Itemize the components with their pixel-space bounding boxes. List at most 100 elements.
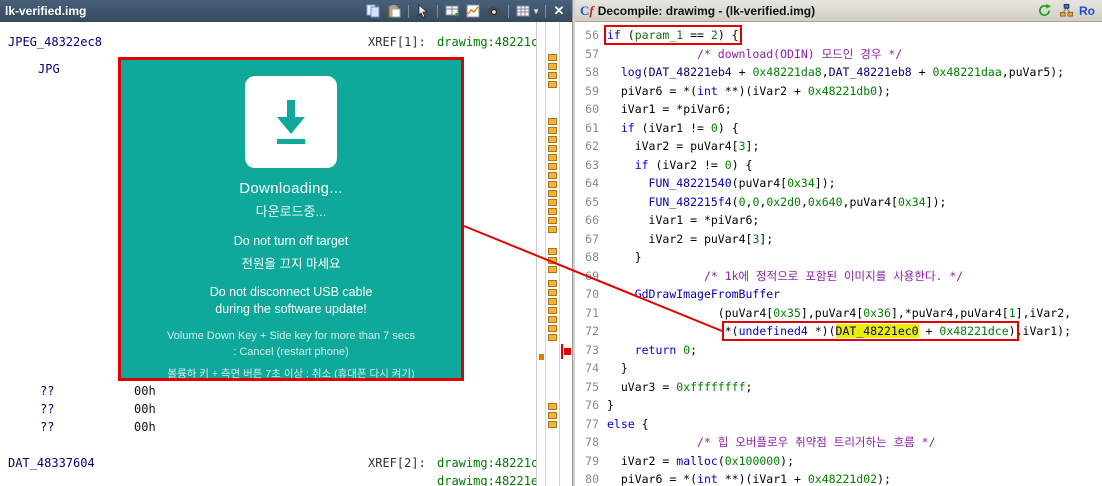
code-token[interactable]: puVar4 [960, 306, 1002, 320]
code-token[interactable]: iVar2 [635, 139, 670, 153]
code-line[interactable]: 80 piVar6 = *(int **)(iVar1 + 0x48221d02… [575, 470, 1102, 486]
code-token[interactable]: *)( [808, 324, 836, 338]
code-token[interactable]: else [607, 417, 635, 431]
code-token[interactable]: uVar3 [621, 380, 656, 394]
code-token[interactable]: 0x36 [863, 306, 891, 320]
code-token[interactable]: log [621, 65, 642, 79]
code-line[interactable]: 66 iVar1 = *piVar6; [575, 211, 1102, 230]
undefined-mnemonic[interactable]: ?? [40, 384, 54, 398]
code-line[interactable]: 68 } [575, 248, 1102, 267]
code-token[interactable]: ); [877, 472, 891, 486]
decompiler-code[interactable]: 56if (param_1 == 2) {57 /* download(ODIN… [575, 22, 1102, 486]
xref-target[interactable]: drawimg:48221c [437, 35, 538, 49]
code-token[interactable]: == [683, 28, 711, 42]
copy-icon[interactable] [364, 3, 382, 19]
code-token[interactable]: = [669, 139, 690, 153]
code-token[interactable]: ( [718, 454, 725, 468]
code-token[interactable]: iVar2 [752, 84, 787, 98]
code-token[interactable]: ) [1009, 324, 1016, 338]
code-token[interactable]: malloc [676, 454, 718, 468]
change-bar-marker[interactable] [548, 54, 557, 61]
change-bar-marker[interactable] [548, 257, 557, 264]
code-token[interactable]: ], [1016, 306, 1030, 320]
code-token[interactable]: { [635, 417, 649, 431]
code-line[interactable]: 73 return 0; [575, 341, 1102, 360]
change-bar-marker[interactable] [548, 325, 557, 332]
code-token[interactable]: 0x48221daa [933, 65, 1002, 79]
code-token[interactable]: = *( [662, 84, 697, 98]
code-line[interactable]: 60 iVar1 = *piVar6; [575, 100, 1102, 119]
code-token[interactable]: = *( [662, 472, 697, 486]
code-token[interactable]: /* 1k에 정적으로 포함된 이미지를 사용한다. */ [704, 269, 963, 283]
code-token[interactable]: puVar5 [1009, 65, 1051, 79]
code-token[interactable]: , [822, 65, 829, 79]
byte-row[interactable]: ?? 00h [0, 420, 536, 436]
change-bar-marker[interactable] [548, 280, 557, 287]
code-token[interactable]: return [635, 343, 677, 357]
code-token[interactable]: ); [877, 84, 891, 98]
code-token[interactable]: = [655, 454, 676, 468]
listing-row-jpeg[interactable]: JPEG_48322ec8 XREF[1]: drawimg:48221c [0, 35, 536, 51]
xref-target[interactable]: drawimg:48221e [437, 474, 538, 486]
code-token[interactable]: ]); [815, 176, 836, 190]
code-token[interactable]: if [635, 158, 649, 172]
code-token[interactable]: undefined4 [739, 324, 808, 338]
code-token[interactable]: ( [718, 306, 725, 320]
undefined-mnemonic[interactable]: ?? [40, 420, 54, 434]
code-token[interactable]: 0x640 [808, 195, 843, 209]
change-bar-marker[interactable] [548, 181, 557, 188]
code-token[interactable]: 0x48221db0 [808, 84, 877, 98]
code-line[interactable]: 77else { [575, 415, 1102, 434]
code-token[interactable]: [ [891, 195, 898, 209]
code-line[interactable]: 59 piVar6 = *(int **)(iVar2 + 0x48221db0… [575, 82, 1102, 101]
code-token[interactable]: ) { [718, 28, 739, 42]
code-token[interactable]: puVar4 [739, 176, 781, 190]
code-token[interactable]: piVar6 [621, 472, 663, 486]
paste-icon[interactable] [385, 3, 403, 19]
code-token[interactable]: **)( [718, 472, 753, 486]
code-token[interactable]: ; [746, 380, 753, 394]
cursor-selection-icon[interactable] [414, 3, 432, 19]
change-bar-marker[interactable] [548, 217, 557, 224]
code-token[interactable]: ]; [746, 139, 760, 153]
change-bar-marker[interactable] [548, 127, 557, 134]
code-token[interactable]: 0x48221da8 [752, 65, 821, 79]
table-view-icon[interactable] [514, 3, 532, 19]
code-line[interactable]: 70 GdDrawImageFromBuffer [575, 285, 1102, 304]
refresh-icon[interactable] [1035, 3, 1053, 19]
change-bar-marker[interactable] [548, 248, 557, 255]
byte-value[interactable]: 00h [134, 420, 156, 434]
code-token[interactable]: int [697, 472, 718, 486]
code-token[interactable]: = * [655, 102, 683, 116]
code-token[interactable]: iVar1 [621, 102, 656, 116]
code-token[interactable]: ], [801, 306, 815, 320]
label-dat[interactable]: DAT_48337604 [8, 456, 95, 470]
table-arrow-icon[interactable] [443, 3, 461, 19]
code-token[interactable]: piVar6 [711, 213, 753, 227]
code-token[interactable]: if [621, 121, 635, 135]
code-token[interactable]: + [919, 324, 940, 338]
code-token[interactable]: puVar4 [690, 139, 732, 153]
code-token[interactable]: = [655, 380, 676, 394]
listing-view[interactable]: JPEG_48322ec8 XREF[1]: drawimg:48221c JP… [0, 22, 536, 486]
code-token[interactable]: = [683, 232, 704, 246]
code-line[interactable]: 65 FUN_482215f4(0,0,0x2d0,0x640,puVar4[0… [575, 193, 1102, 212]
code-token[interactable]: iVar1 [1023, 324, 1058, 338]
code-token[interactable]: piVar6 [621, 84, 663, 98]
code-token[interactable]: ]); [926, 195, 947, 209]
code-token[interactable]: iVar2 [1030, 306, 1065, 320]
code-token[interactable]: DAT_48221eb8 [829, 65, 912, 79]
code-line[interactable]: 56if (param_1 == 2) { [575, 26, 1102, 45]
change-bar-marker[interactable] [548, 199, 557, 206]
code-token[interactable]: 0 [711, 121, 718, 135]
code-token[interactable]: [ [1002, 306, 1009, 320]
byte-value[interactable]: 00h [134, 384, 156, 398]
code-token[interactable]: , [1002, 65, 1009, 79]
change-bar-marker[interactable] [548, 63, 557, 70]
code-token[interactable]: ( [649, 158, 663, 172]
change-bar-marker[interactable] [548, 118, 557, 125]
code-line[interactable]: 76} [575, 396, 1102, 415]
cursor-marker-bar[interactable] [561, 344, 563, 359]
close-icon[interactable]: ✕ [551, 3, 567, 19]
marker-tick[interactable] [539, 354, 544, 360]
